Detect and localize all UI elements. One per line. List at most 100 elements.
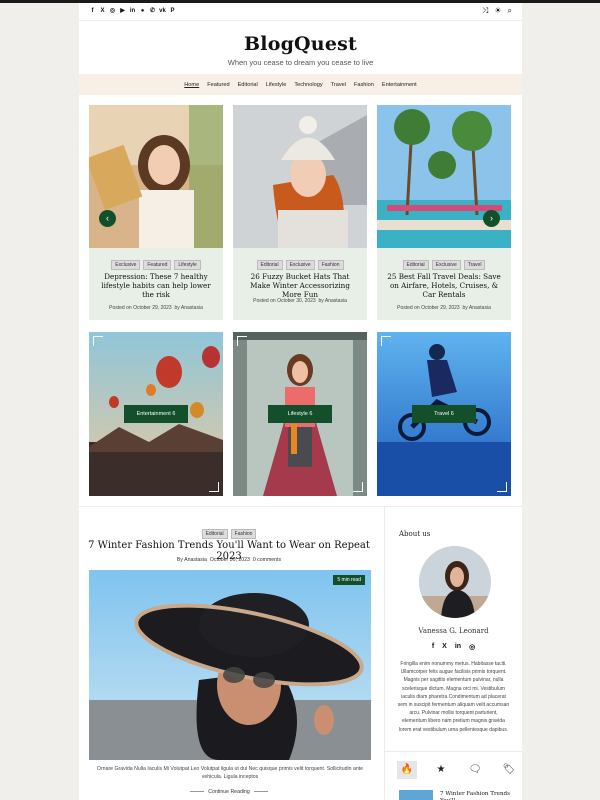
tag-fashion[interactable]: Fashion <box>317 260 344 270</box>
posted-on-label: Posted on <box>109 305 132 311</box>
post-author[interactable]: Anastasia <box>469 305 491 311</box>
whatsapp-icon[interactable]: ✆ <box>149 7 156 15</box>
search-icon[interactable]: ⌕ <box>508 6 512 16</box>
post-comments[interactable]: 0 comments <box>253 557 281 563</box>
tag-lifestyle[interactable]: Lifestyle <box>174 260 201 270</box>
woman-hat-image <box>89 570 371 760</box>
sidebar-tabs: 🔥 ★ 🗨 🏷 <box>397 761 519 779</box>
nav-item-home[interactable]: Home <box>184 82 199 88</box>
post-author[interactable]: Anastasia <box>325 298 347 304</box>
site-branding: BlogQuest When you cease to dream you ce… <box>79 33 522 67</box>
post-title[interactable]: 26 Fuzzy Bucket Hats That Make Winter Ac… <box>241 272 359 299</box>
site-tagline: When you cease to dream you cease to liv… <box>227 58 374 67</box>
slider-prev-button[interactable]: ‹ <box>99 210 116 227</box>
tag-editorial[interactable]: Editorial <box>201 529 228 539</box>
shuffle-icon[interactable]: ⤨ <box>482 6 488 16</box>
blog-page: f X ◎ ▶ in ● ✆ vk P ⤨ ☀ ⌕ BlogQuest When… <box>79 3 522 800</box>
author-bio: Fringilla enim nonummy metus. Habitasse … <box>397 661 510 733</box>
header-tools: ⤨ ☀ ⌕ <box>482 6 512 16</box>
vk-icon[interactable]: vk <box>159 7 166 15</box>
post-meta: Posted on October 29, 2023 by Anastasia <box>377 305 511 311</box>
by-label: by <box>318 298 324 304</box>
mini-post-thumbnail[interactable] <box>399 790 433 800</box>
comment-icon[interactable]: 🗨 <box>465 761 485 779</box>
star-icon[interactable]: ★ <box>431 761 451 779</box>
tag-featured[interactable]: Featured <box>143 260 172 270</box>
facebook-icon[interactable]: f <box>432 643 434 651</box>
category-label[interactable]: Entertainment 6 <box>124 405 188 423</box>
nav-item-entertainment[interactable]: Entertainment <box>382 82 417 88</box>
frame-corner <box>209 482 219 492</box>
main-navigation: Home Featured Editorial Lifestyle Techno… <box>79 74 522 95</box>
linkedin-icon[interactable]: in <box>129 7 136 15</box>
post-title[interactable]: 25 Best Fall Travel Deals: Save on Airfa… <box>385 272 503 299</box>
post-meta: Posted on October 29, 2023 by Anastasia <box>89 305 223 311</box>
nav-item-travel[interactable]: Travel <box>331 82 346 88</box>
posted-on-label: Posted on <box>397 305 420 311</box>
frame-corner <box>353 482 363 492</box>
tag-exclusive[interactable]: Exclusive <box>285 260 315 270</box>
post-date: October 30, 2023 <box>277 298 316 304</box>
pinterest-icon[interactable]: P <box>169 7 176 15</box>
category-label[interactable]: Travel 6 <box>412 405 476 423</box>
header-social-links: f X ◎ ▶ in ● ✆ vk P <box>89 7 176 15</box>
post-tags: Editorial Exclusive Fashion <box>233 260 367 270</box>
fire-icon[interactable]: 🔥 <box>397 761 417 779</box>
frame-corner <box>93 336 103 346</box>
by-label: By <box>176 557 183 563</box>
facebook-icon[interactable]: f <box>89 7 96 15</box>
linkedin-icon[interactable]: in <box>455 643 461 651</box>
posted-on-label: Posted on <box>253 298 276 304</box>
category-tile-entertainment[interactable]: Entertainment 6 <box>89 332 223 496</box>
x-icon[interactable]: X <box>99 7 106 15</box>
sidebar-divider <box>384 506 385 800</box>
post-excerpt: Ornare Gravida Nulla Iaculis Mi Volutpat… <box>96 766 364 780</box>
tag-travel[interactable]: Travel <box>463 260 486 270</box>
post-featured-image[interactable]: 5 min read <box>89 570 371 760</box>
post-title[interactable]: Depression: These 7 healthy lifestyle ha… <box>97 272 215 299</box>
youtube-icon[interactable]: ▶ <box>119 7 126 15</box>
author-name: Vanessa G. Leonard <box>418 627 489 635</box>
nav-item-technology[interactable]: Technology <box>294 82 322 88</box>
tag-exclusive[interactable]: Exclusive <box>431 260 461 270</box>
post-tags: Editorial Fashion <box>79 529 379 539</box>
tag-editorial[interactable]: Editorial <box>402 260 429 270</box>
continue-reading-link[interactable]: Continue Reading <box>179 789 279 795</box>
slider-next-button[interactable]: › <box>483 210 500 227</box>
post-author[interactable]: Anastasia <box>181 305 203 311</box>
frame-corner <box>237 336 247 346</box>
tag-fashion[interactable]: Fashion <box>230 529 257 539</box>
post-date: October 29, 2023 <box>421 305 460 311</box>
nav-item-fashion[interactable]: Fashion <box>354 82 374 88</box>
spotify-icon[interactable]: ● <box>139 7 146 15</box>
frame-corner <box>381 336 391 346</box>
category-tile-lifestyle[interactable]: Lifestyle 6 <box>233 332 367 496</box>
instagram-icon[interactable]: ◎ <box>469 643 475 651</box>
post-meta: Posted on October 30, 2023 by Anastasia <box>233 298 367 304</box>
post-meta: By Anastasia October 30, 2023 0 comments <box>79 557 379 563</box>
post-date: October 29, 2023 <box>133 305 172 311</box>
post-author[interactable]: Anastasia <box>184 557 207 563</box>
about-heading: About us <box>399 530 431 538</box>
slider-card[interactable]: Editorial Exclusive Fashion 26 Fuzzy Buc… <box>233 105 367 320</box>
sun-icon[interactable]: ☀ <box>494 6 501 16</box>
tag-exclusive[interactable]: Exclusive <box>111 260 141 270</box>
instagram-icon[interactable]: ◎ <box>109 7 116 15</box>
nav-item-featured[interactable]: Featured <box>207 82 229 88</box>
tag-editorial[interactable]: Editorial <box>256 260 283 270</box>
post-thumbnail-bucket-hat[interactable] <box>233 105 367 248</box>
by-label: by <box>174 305 180 311</box>
author-social-links: f X in ◎ <box>385 643 522 651</box>
category-tile-travel[interactable]: Travel 6 <box>377 332 511 496</box>
post-tags: Editorial Exclusive Travel <box>377 260 511 270</box>
mini-post-title[interactable]: 7 Winter Fashion Trends You'll <box>440 791 515 800</box>
category-label[interactable]: Lifestyle 6 <box>268 405 332 423</box>
frame-corner <box>497 482 507 492</box>
author-photo <box>419 546 491 618</box>
tag-icon[interactable]: 🏷 <box>499 761 519 779</box>
nav-item-editorial[interactable]: Editorial <box>238 82 258 88</box>
x-icon[interactable]: X <box>442 643 447 651</box>
read-time-badge: 5 min read <box>333 575 365 585</box>
nav-item-lifestyle[interactable]: Lifestyle <box>266 82 287 88</box>
site-logo[interactable]: BlogQuest <box>79 33 522 55</box>
